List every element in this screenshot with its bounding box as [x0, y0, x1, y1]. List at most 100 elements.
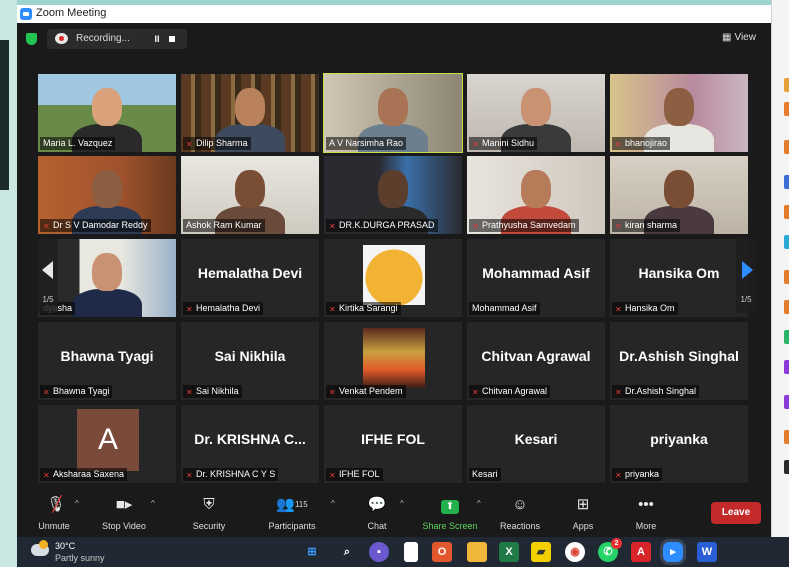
acrobat-icon[interactable]: A — [631, 542, 651, 562]
person-face — [92, 253, 122, 291]
participant-tile[interactable]: dyasha — [38, 239, 176, 317]
participant-tile[interactable]: Sai Nikhila ✕ Sai Nikhila — [181, 322, 319, 400]
participant-tile[interactable]: priyanka ✕ priyanka — [610, 405, 748, 483]
participant-tile[interactable]: ✕ Venkat Pendem — [324, 322, 462, 400]
pause-recording-button[interactable]: II — [150, 33, 164, 45]
participant-name: Maria L. Vazquez — [43, 138, 113, 148]
share-screen-button[interactable]: ⬆ Share Screen ^ — [415, 495, 485, 535]
zoom-logo-icon — [20, 8, 32, 20]
participant-tile[interactable]: ✕ Prathyusha Samvedam — [467, 156, 605, 234]
participant-name: Dr. KRISHNA C Y S — [196, 469, 276, 479]
word-icon[interactable]: W — [697, 542, 717, 562]
stop-video-button[interactable]: ■▸ Stop Video ^ — [89, 495, 159, 535]
participant-name-label: Maria L. Vazquez — [40, 137, 116, 150]
participant-name-label: ✕ Dr. KRISHNA C Y S — [183, 468, 279, 481]
previous-page-button[interactable]: 1/5 — [38, 239, 58, 313]
apps-button[interactable]: ⊞ Apps — [548, 495, 618, 535]
leave-button[interactable]: Leave — [711, 502, 761, 524]
participant-tile[interactable]: Chitvan Agrawal ✕ Chitvan Agrawal — [467, 322, 605, 400]
video-options-caret-icon[interactable]: ^ — [151, 499, 155, 508]
participant-tile[interactable]: IFHE FOL ✕ IFHE FOL — [324, 405, 462, 483]
participant-name: A V Narsimha Rao — [329, 138, 404, 148]
participant-tile[interactable]: Hemalatha Devi ✕ Hemalatha Devi — [181, 239, 319, 317]
next-page-button[interactable]: 1/5 — [736, 239, 756, 313]
muted-mic-icon: ✕ — [329, 388, 336, 397]
participant-name: Dr.Ashish Singhal — [625, 386, 697, 396]
participant-tile[interactable]: Hansika Om ✕ Hansika Om — [610, 239, 748, 317]
participant-tile[interactable]: Kesari Kesari — [467, 405, 605, 483]
person-face — [521, 170, 551, 208]
participant-name-label: A V Narsimha Rao — [326, 137, 407, 150]
muted-mic-icon: ✕ — [329, 222, 336, 231]
reactions-button[interactable]: ☺ Reactions — [485, 495, 555, 535]
color-tab — [784, 205, 789, 219]
participant-tile[interactable]: ✕ Dilip Sharma — [181, 74, 319, 152]
file-icon[interactable] — [404, 542, 418, 562]
participant-tile[interactable]: ✕ DR.K.DURGA PRASAD — [324, 156, 462, 234]
participant-name: Mohammad Asif — [472, 303, 537, 313]
share-caret-icon[interactable]: ^ — [477, 499, 481, 508]
chat-caret-icon[interactable]: ^ — [400, 499, 404, 508]
muted-mic-icon: ✕ — [329, 305, 336, 314]
participant-tile[interactable]: Maria L. Vazquez — [38, 74, 176, 152]
participant-tile[interactable]: A V Narsimha Rao — [323, 73, 463, 153]
muted-mic-icon: ✕ — [615, 140, 622, 149]
color-tab — [784, 78, 789, 92]
participant-tile[interactable]: ✕ Manini Sidhu — [467, 74, 605, 152]
view-button[interactable]: ▦ View — [722, 32, 756, 43]
cloud-record-icon — [55, 33, 68, 44]
muted-mic-icon: ✕ — [472, 222, 479, 231]
more-dots-icon: ••• — [638, 496, 654, 513]
muted-mic-icon: ✕ — [186, 305, 193, 314]
file-explorer-icon[interactable] — [467, 542, 487, 562]
zoom-taskbar-icon[interactable]: ▸ — [663, 542, 683, 562]
chat-label: Chat — [367, 521, 387, 531]
participant-display-name: Dr.Ashish Singhal — [619, 348, 739, 364]
participant-tile[interactable]: ✕ bhanojirao — [610, 74, 748, 152]
participant-name-label: ✕ Manini Sidhu — [469, 137, 538, 150]
apps-icon: ⊞ — [576, 496, 590, 513]
excel-icon[interactable]: X — [499, 542, 519, 562]
participant-name-label: ✕ Dr.Ashish Singhal — [612, 385, 700, 398]
muted-mic-icon: ✕ — [615, 471, 622, 480]
color-tab — [784, 395, 789, 409]
security-button[interactable]: ⛨ Security — [174, 495, 244, 535]
participant-tile[interactable]: Ashok Ram Kumar — [181, 156, 319, 234]
participants-button[interactable]: 👥115 Participants ^ — [257, 495, 334, 535]
encryption-shield-icon[interactable] — [26, 33, 37, 45]
search-icon[interactable]: ⌕ — [337, 542, 357, 562]
person-face — [235, 88, 265, 126]
more-button[interactable]: ••• More — [611, 495, 681, 535]
participant-tile[interactable]: Mohammad Asif Mohammad Asif — [467, 239, 605, 317]
sticky-notes-icon[interactable]: ▰ — [531, 542, 551, 562]
reactions-label: Reactions — [499, 521, 541, 531]
participant-tile[interactable]: Dr. KRISHNA C... ✕ Dr. KRISHNA C Y S — [181, 405, 319, 483]
participant-name: Dilip Sharma — [196, 138, 248, 148]
participant-display-name: Bhawna Tyagi — [60, 348, 154, 364]
audio-options-caret-icon[interactable]: ^ — [75, 499, 79, 508]
chat-button[interactable]: 💬 Chat ^ — [342, 495, 412, 535]
participant-name-label: ✕ bhanojirao — [612, 137, 671, 150]
profile-picture — [363, 328, 425, 388]
stop-recording-button[interactable] — [169, 36, 175, 42]
participants-icon: 👥115 — [276, 496, 308, 513]
participants-caret-icon[interactable]: ^ — [331, 499, 335, 508]
participant-name-label: ✕ Venkat Pendem — [326, 385, 406, 398]
unmute-button[interactable]: 🎙╱ Unmute ^ — [19, 495, 89, 535]
participant-name-label: ✕ Aksharaa Saxena — [40, 468, 128, 481]
participant-name-label: ✕ Prathyusha Samvedam — [469, 219, 579, 232]
muted-mic-icon: ✕ — [43, 222, 50, 231]
participant-tile[interactable]: A ✕ Aksharaa Saxena — [38, 405, 176, 483]
teams-chat-icon[interactable]: ▪ — [369, 542, 389, 562]
office-icon[interactable]: O — [432, 542, 452, 562]
participant-tile[interactable]: Bhawna Tyagi ✕ Bhawna Tyagi — [38, 322, 176, 400]
page-indicator-left: 1/5 — [42, 295, 54, 304]
windows-start-icon[interactable]: ⊞ — [302, 542, 322, 562]
zoom-window: Zoom Meeting Recording... II ▦ View Maria… — [17, 5, 771, 537]
participant-tile[interactable]: Dr.Ashish Singhal ✕ Dr.Ashish Singhal — [610, 322, 748, 400]
chrome-icon[interactable]: ◉ — [565, 542, 585, 562]
whatsapp-icon[interactable]: ✆ 2 — [598, 538, 622, 562]
participant-tile[interactable]: ✕ Kirtika Sarangi — [324, 239, 462, 317]
participant-tile[interactable]: ✕ Dr S V Damodar Reddy — [38, 156, 176, 234]
participant-tile[interactable]: ✕ kiran sharma — [610, 156, 748, 234]
